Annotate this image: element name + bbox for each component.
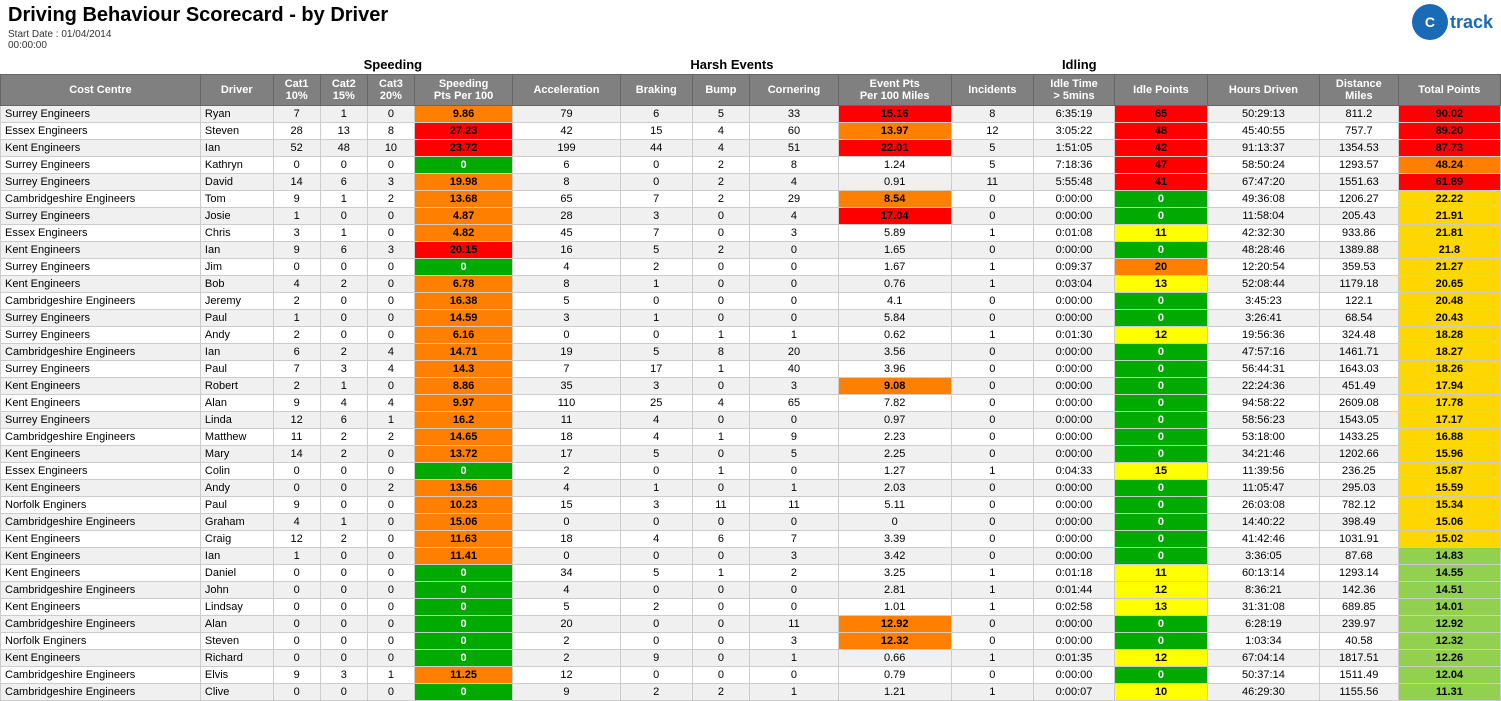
table-row: Essex EngineersChris3104.82457035.8910:0… [1, 225, 1501, 242]
table-row: Cambridgeshire EngineersIan62414.7119582… [1, 344, 1501, 361]
col-total-points: Total Points [1398, 75, 1500, 106]
table-row: Surrey EngineersJosie1004.872830417.0400… [1, 208, 1501, 225]
idling-section-header: Idling [951, 55, 1207, 75]
table-row: Cambridgeshire EngineersTom91213.6865722… [1, 191, 1501, 208]
table-row: Cambridgeshire EngineersGraham41015.0600… [1, 514, 1501, 531]
table-row: Surrey EngineersJim000042001.6710:09:372… [1, 259, 1501, 276]
col-speeding-pts: SpeedingPts Per 100 [415, 75, 513, 106]
col-distance: DistanceMiles [1319, 75, 1398, 106]
harsh-section-header: Harsh Events [513, 55, 952, 75]
table-row: Kent EngineersDaniel0000345123.2510:01:1… [1, 565, 1501, 582]
col-acceleration: Acceleration [513, 75, 621, 106]
table-row: Kent EngineersBob4206.7881000.7610:03:04… [1, 276, 1501, 293]
table-row: Surrey EngineersLinda126116.2114000.9700… [1, 412, 1501, 429]
speeding-section-header: Speeding [273, 55, 513, 75]
empty-header [1, 55, 274, 75]
main-title: Driving Behaviour Scorecard - by Driver [8, 4, 1412, 27]
table-row: Kent EngineersIan52481023.721994445122.0… [1, 140, 1501, 157]
table-row: Surrey EngineersAndy2006.1600110.6210:01… [1, 327, 1501, 344]
table-row: Kent EngineersAndy00213.5641012.0300:00:… [1, 480, 1501, 497]
col-hours-driven: Hours Driven [1207, 75, 1319, 106]
column-header-row: Cost Centre Driver Cat110% Cat215% Cat32… [1, 75, 1501, 106]
section-header-row: Speeding Harsh Events Idling [1, 55, 1501, 75]
col-cat1: Cat110% [273, 75, 320, 106]
table-row: Surrey EngineersDavid146319.9880240.9111… [1, 174, 1501, 191]
col-cornering: Cornering [750, 75, 838, 106]
table-row: Cambridgeshire EngineersJeremy20016.3850… [1, 293, 1501, 310]
col-event-pts: Event PtsPer 100 Miles [838, 75, 951, 106]
table-row: Cambridgeshire EngineersAlan000020001112… [1, 616, 1501, 633]
table-row: Surrey EngineersPaul10014.5931005.8400:0… [1, 310, 1501, 327]
col-idle-points: Idle Points [1115, 75, 1208, 106]
table-row: Kent EngineersLindsay000052001.0110:02:5… [1, 599, 1501, 616]
table-row: Essex EngineersSteven2813827.23421546013… [1, 123, 1501, 140]
col-braking: Braking [620, 75, 692, 106]
col-incidents: Incidents [951, 75, 1033, 106]
table-row: Kent EngineersIan96320.15165201.6500:00:… [1, 242, 1501, 259]
table-row: Surrey EngineersKathryn000060281.2457:18… [1, 157, 1501, 174]
table-row: Norfolk EnginersPaul90010.2315311115.110… [1, 497, 1501, 514]
header: Driving Behaviour Scorecard - by Driver … [0, 0, 1501, 55]
table-row: Kent EngineersCraig122011.63184673.3900:… [1, 531, 1501, 548]
table-row: Cambridgeshire EngineersMatthew112214.65… [1, 429, 1501, 446]
table-row: Surrey EngineersPaul73414.37171403.9600:… [1, 361, 1501, 378]
col-cost-centre: Cost Centre [1, 75, 201, 106]
col-cat3: Cat320% [367, 75, 414, 106]
table-row: Kent EngineersRichard000029010.6610:01:3… [1, 650, 1501, 667]
table-row: Norfolk EnginersSteven0000200312.3200:00… [1, 633, 1501, 650]
title-section: Driving Behaviour Scorecard - by Driver … [8, 4, 1412, 51]
table-row: Essex EngineersColin000020101.2710:04:33… [1, 463, 1501, 480]
table-row: Kent EngineersIan10011.4100033.4200:00:0… [1, 548, 1501, 565]
extra-header [1207, 55, 1500, 75]
scorecard-table: Speeding Harsh Events Idling Cost Centre… [0, 55, 1501, 701]
col-driver: Driver [200, 75, 273, 106]
table-body: Surrey EngineersRyan7109.8679653315.1686… [1, 106, 1501, 701]
logo-text: track [1450, 12, 1493, 33]
logo: C track [1412, 4, 1493, 40]
col-idle-time: Idle Time> 5mins [1033, 75, 1114, 106]
table-row: Kent EngineersMary142013.72175052.2500:0… [1, 446, 1501, 463]
table-row: Kent EngineersAlan9449.97110254657.8200:… [1, 395, 1501, 412]
table-row: Cambridgeshire EngineersElvis93111.25120… [1, 667, 1501, 684]
logo-icon: C [1412, 4, 1448, 40]
table-row: Surrey EngineersRyan7109.8679653315.1686… [1, 106, 1501, 123]
col-bump: Bump [692, 75, 750, 106]
table-row: Kent EngineersRobert2108.86353039.0800:0… [1, 378, 1501, 395]
col-cat2: Cat215% [320, 75, 367, 106]
table-row: Cambridgeshire EngineersJohn000040002.81… [1, 582, 1501, 599]
start-date: Start Date : 01/04/2014 00:00:00 [8, 29, 1412, 51]
table-row: Cambridgeshire EngineersClive000092211.2… [1, 684, 1501, 701]
